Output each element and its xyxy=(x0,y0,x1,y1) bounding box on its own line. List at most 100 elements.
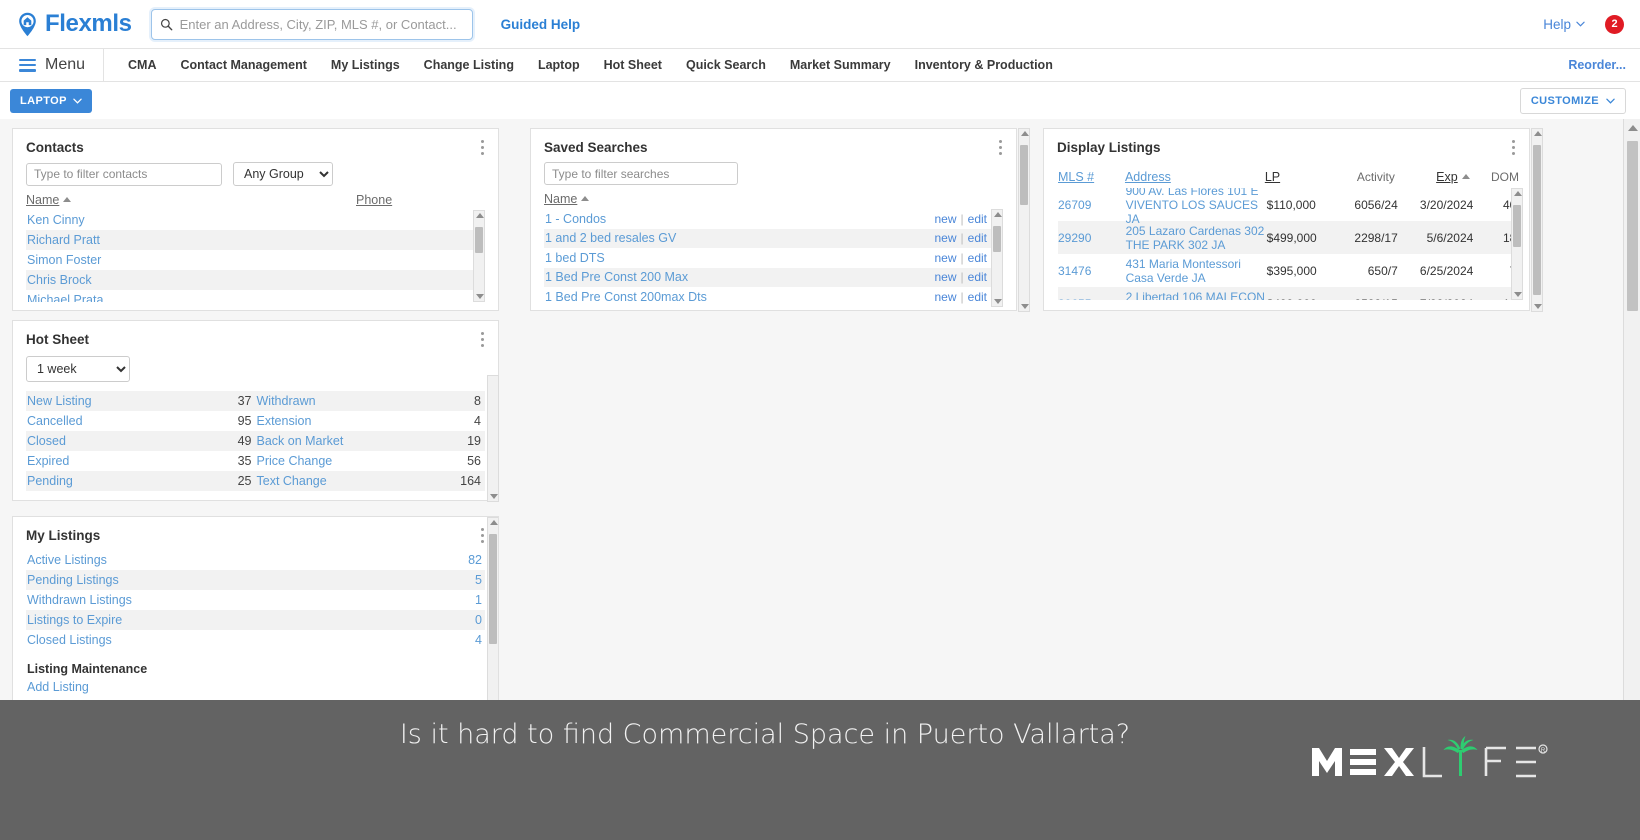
mylistings-label[interactable]: Withdrawn Listings xyxy=(27,593,132,607)
saved-search-name[interactable]: 1 - Condos xyxy=(545,212,606,226)
hotsheet-row[interactable]: Cancelled 95 xyxy=(26,411,256,431)
laptop-tab-button[interactable]: LAPTOP xyxy=(10,88,92,113)
saved-search-row[interactable]: 1 - Condos new | edit xyxy=(544,209,1003,229)
nav-item-inventory-production[interactable]: Inventory & Production xyxy=(915,58,1053,72)
flexmls-logo[interactable]: Flexmls xyxy=(14,10,132,38)
display-listing-row[interactable]: 29290 205 Lazaro Cardenas 302 THE PARK 3… xyxy=(1058,221,1523,254)
contacts-col-phone[interactable]: Phone xyxy=(356,193,392,207)
scroll-thumb[interactable] xyxy=(993,226,1001,252)
contact-row[interactable]: Michael Prata xyxy=(26,290,485,302)
saved-searches-panel-scrollbar[interactable] xyxy=(1018,128,1030,312)
hotsheet-row[interactable]: Expired 35 xyxy=(26,451,256,471)
saved-search-row[interactable]: 1 Bed Pre Const 200 Max new | edit xyxy=(544,267,1003,287)
mylistings-label[interactable]: Pending Listings xyxy=(27,573,119,587)
mylistings-value[interactable]: 82 xyxy=(468,553,482,567)
scroll-up-arrow-icon[interactable] xyxy=(994,212,1002,217)
listing-mls[interactable]: 29290 xyxy=(1058,231,1126,245)
mylistings-label[interactable]: Active Listings xyxy=(27,553,107,567)
mylistings-label[interactable]: Closed Listings xyxy=(27,633,112,647)
contact-row[interactable]: Richard Pratt xyxy=(26,230,485,250)
hotsheet-row[interactable]: Pending 25 xyxy=(26,471,256,491)
hotsheet-label[interactable]: Text Change xyxy=(257,474,327,488)
contacts-col-name[interactable]: Name xyxy=(26,193,356,207)
listing-mls[interactable]: 31476 xyxy=(1058,264,1126,278)
scroll-thumb[interactable] xyxy=(475,227,483,253)
display-listings-inner-scrollbar[interactable] xyxy=(1511,188,1523,300)
display-listings-panel-scrollbar[interactable] xyxy=(1531,128,1543,312)
scroll-up-arrow-icon[interactable] xyxy=(1628,125,1638,131)
hotsheet-label[interactable]: Closed xyxy=(27,434,66,448)
search-input[interactable] xyxy=(179,16,464,32)
hotsheet-label[interactable]: Withdrawn xyxy=(257,394,316,408)
nav-item-my-listings[interactable]: My Listings xyxy=(331,58,400,72)
contact-name[interactable]: Richard Pratt xyxy=(27,233,100,247)
mylistings-row[interactable]: Closed Listings 4 xyxy=(26,630,485,650)
hotsheet-row[interactable]: Text Change 164 xyxy=(255,471,485,491)
scroll-down-arrow-icon[interactable] xyxy=(476,294,484,299)
contact-name[interactable]: Ken Cinny xyxy=(27,213,85,227)
hotsheet-row[interactable]: New Listing 37 xyxy=(26,391,256,411)
reorder-link[interactable]: Reorder... xyxy=(1568,58,1640,72)
menu-button[interactable]: Menu xyxy=(0,48,105,82)
saved-search-row[interactable]: 1 bed DTS new | edit xyxy=(544,248,1003,268)
mylistings-row[interactable]: Active Listings 82 xyxy=(26,550,485,570)
saved-searches-inner-scrollbar[interactable] xyxy=(991,209,1003,307)
new-link[interactable]: new xyxy=(935,251,957,265)
customize-button[interactable]: CUSTOMIZE xyxy=(1519,87,1626,114)
display-listing-row[interactable]: 30655 2 Libertad 106 MALECON II 106 JA $… xyxy=(1058,287,1523,300)
hotsheet-period-select[interactable]: 1 week xyxy=(26,356,130,382)
help-menu[interactable]: Help xyxy=(1543,17,1585,32)
nav-item-laptop[interactable]: Laptop xyxy=(538,58,580,72)
hotsheet-row[interactable]: Extension 4 xyxy=(256,411,486,431)
scroll-thumb[interactable] xyxy=(489,534,497,644)
hotsheet-label[interactable]: Back on Market xyxy=(257,434,344,448)
hotsheet-row[interactable]: Closed 49 xyxy=(26,431,256,451)
new-link[interactable]: new xyxy=(935,290,957,304)
listing-address[interactable]: 900 Av. Las Flores 101 E VIVENTO LOS SAU… xyxy=(1126,188,1267,226)
scroll-thumb[interactable] xyxy=(1533,145,1541,295)
display-listing-row[interactable]: 26709 900 Av. Las Flores 101 E VIVENTO L… xyxy=(1058,188,1523,226)
guided-help-link[interactable]: Guided Help xyxy=(501,17,581,32)
edit-link[interactable]: edit xyxy=(968,270,987,284)
notification-badge[interactable]: 2 xyxy=(1605,14,1624,34)
hotsheet-label[interactable]: Pending xyxy=(27,474,73,488)
nav-item-change-listing[interactable]: Change Listing xyxy=(424,58,514,72)
edit-link[interactable]: edit xyxy=(968,212,987,226)
contact-name[interactable]: Michael Prata xyxy=(27,293,103,302)
display-col-dom[interactable]: DOM xyxy=(1474,170,1519,184)
saved-search-name[interactable]: 1 Bed Pre Const 200 Max xyxy=(545,270,688,284)
nav-item-hot-sheet[interactable]: Hot Sheet xyxy=(604,58,662,72)
saved-searches-options-icon[interactable] xyxy=(993,140,1007,156)
hotsheet-options-icon[interactable] xyxy=(475,332,489,348)
scroll-thumb[interactable] xyxy=(1513,205,1521,247)
listing-mls[interactable]: 26709 xyxy=(1058,198,1126,212)
saved-search-name[interactable]: 1 and 2 bed resales GV xyxy=(545,231,676,245)
new-link[interactable]: new xyxy=(935,212,957,226)
contact-row[interactable]: Ken Cinny xyxy=(26,210,485,230)
hotsheet-label[interactable]: New Listing xyxy=(27,394,92,408)
hotsheet-label[interactable]: Cancelled xyxy=(27,414,83,428)
edit-link[interactable]: edit xyxy=(968,290,987,304)
contacts-scrollbar[interactable] xyxy=(473,210,485,302)
scroll-down-arrow-icon[interactable] xyxy=(1534,304,1542,309)
add-listing-link[interactable]: Add Listing xyxy=(27,680,89,694)
hotsheet-label[interactable]: Expired xyxy=(27,454,69,468)
display-col-address[interactable]: Address xyxy=(1125,170,1265,184)
scroll-up-arrow-icon[interactable] xyxy=(1514,191,1522,196)
saved-search-row[interactable]: 1 and 2 bed resales GV new | edit xyxy=(544,228,1003,248)
hotsheet-row[interactable]: Back on Market 19 xyxy=(255,431,485,451)
scroll-down-arrow-icon[interactable] xyxy=(490,494,498,499)
saved-search-name[interactable]: 1 bed DTS xyxy=(545,251,605,265)
contact-name[interactable]: Chris Brock xyxy=(27,273,92,287)
saved-search-row[interactable]: 1 Bed Pre Const 200max Dts new | edit xyxy=(544,287,1003,307)
saved-search-name[interactable]: 1 Bed Pre Const 200max Dts xyxy=(545,290,707,304)
nav-item-contact-management[interactable]: Contact Management xyxy=(181,58,307,72)
display-col-exp[interactable]: Exp xyxy=(1395,170,1474,184)
display-col-lp[interactable]: LP xyxy=(1265,170,1336,184)
scroll-down-arrow-icon[interactable] xyxy=(1514,292,1522,297)
saved-searches-col-name[interactable]: Name xyxy=(544,192,590,206)
contact-name[interactable]: Simon Foster xyxy=(27,253,101,267)
saved-searches-filter-input[interactable] xyxy=(544,162,738,185)
contacts-options-icon[interactable] xyxy=(475,140,489,156)
scroll-down-arrow-icon[interactable] xyxy=(1021,304,1029,309)
